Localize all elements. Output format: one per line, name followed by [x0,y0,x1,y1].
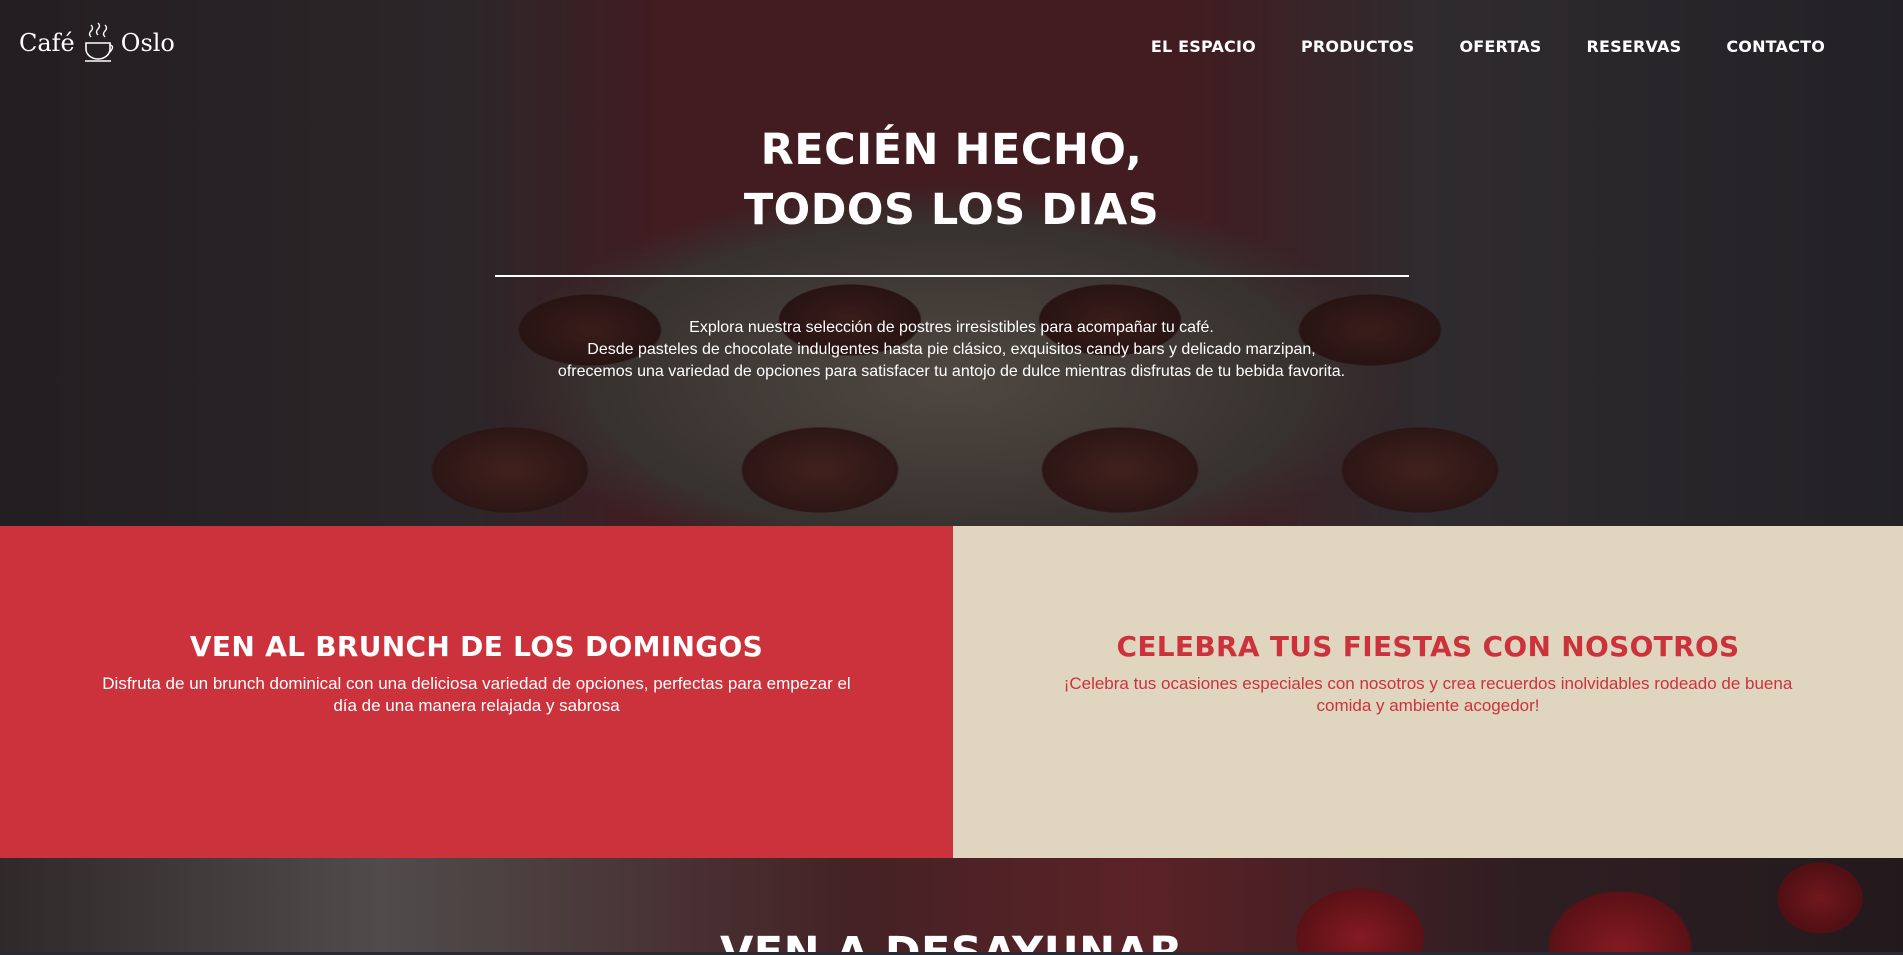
menu-item-el-espacio[interactable]: EL ESPACIO [1151,37,1256,56]
hero-section: Café Oslo EL ESPACIO PRODUCTOS OFERTAS R… [0,0,1903,526]
menu-item-ofertas[interactable]: OFERTAS [1459,37,1541,56]
brunch-text: Disfruta de un brunch dominical con una … [102,674,851,715]
logo-text-oslo: Oslo [120,29,175,57]
breakfast-title: VEN A DESAYUNAR [720,928,1183,955]
menu-item-reservas[interactable]: RESERVAS [1587,37,1682,56]
hero-text-line-3: ofrecemos una variedad de opciones para … [557,363,1346,380]
hero-text-line-1: Explora nuestra selección de postres irr… [689,319,1214,336]
hero-divider [494,275,1409,277]
hero-title: RECIÉN HECHO, TODOS LOS DIAS [0,120,1903,240]
top-navigation: Café Oslo EL ESPACIO PRODUCTOS OFERTAS R… [0,0,1903,98]
celebrations-panel: CELEBRA TUS FIESTAS CON NOSOTROS ¡Celebr… [953,526,1903,858]
brunch-panel: VEN AL BRUNCH DE LOS DOMINGOS Disfruta d… [0,526,953,858]
logo-text-cafe: Café [19,29,75,57]
menu-item-contacto[interactable]: CONTACTO [1726,37,1825,56]
main-menu: EL ESPACIO PRODUCTOS OFERTAS RESERVAS CO… [1151,37,1825,56]
brunch-title: VEN AL BRUNCH DE LOS DOMINGOS [189,630,764,663]
celebrations-text: ¡Celebra tus ocasiones especiales con no… [1063,674,1793,715]
breakfast-section: VEN A DESAYUNAR [0,858,1903,955]
hero-description: Explora nuestra selección de postres irr… [0,317,1903,383]
hero-text-line-2: Desde pasteles de chocolate indulgentes … [587,341,1316,358]
coffee-cup-icon [84,22,113,62]
celebrations-title: CELEBRA TUS FIESTAS CON NOSOTROS [1116,630,1740,663]
menu-item-productos[interactable]: PRODUCTOS [1301,37,1415,56]
hero-content: RECIÉN HECHO, TODOS LOS DIAS Explora nue… [0,120,1903,383]
hero-title-line-2: TODOS LOS DIAS [743,185,1160,235]
site-logo[interactable]: Café Oslo [19,18,175,68]
hero-title-line-1: RECIÉN HECHO, [760,125,1143,175]
